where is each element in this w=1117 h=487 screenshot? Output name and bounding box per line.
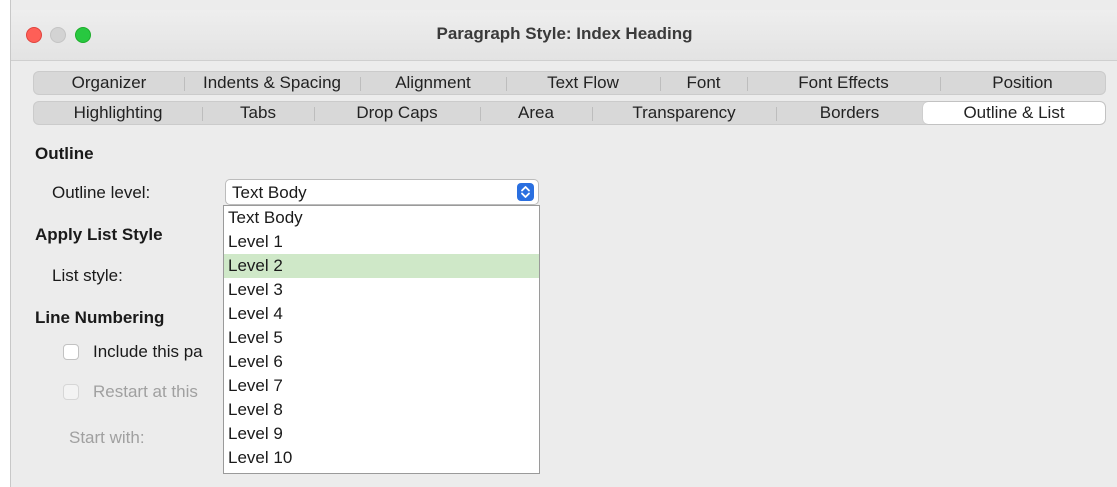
outline-heading: Outline xyxy=(35,144,94,163)
tab-font-effects[interactable]: Font Effects xyxy=(747,72,940,94)
option-level-9[interactable]: Level 9 xyxy=(224,422,539,446)
restart-label: Restart at this xyxy=(93,382,198,401)
option-level-8[interactable]: Level 8 xyxy=(224,398,539,422)
dialog-window: Paragraph Style: Index Heading Organizer… xyxy=(10,0,1117,487)
option-level-1[interactable]: Level 1 xyxy=(224,230,539,254)
include-paragraph-label: Include this pa xyxy=(93,342,203,361)
option-level-4[interactable]: Level 4 xyxy=(224,302,539,326)
option-level-2[interactable]: Level 2 xyxy=(224,254,539,278)
include-paragraph-checkbox[interactable] xyxy=(63,344,79,360)
tab-transparency[interactable]: Transparency xyxy=(592,102,776,124)
tab-position[interactable]: Position xyxy=(940,72,1105,94)
title-bar: Paragraph Style: Index Heading xyxy=(11,10,1117,61)
tab-text-flow[interactable]: Text Flow xyxy=(506,72,660,94)
option-level-5[interactable]: Level 5 xyxy=(224,326,539,350)
tab-row-1: Organizer Indents & Spacing Alignment Te… xyxy=(33,71,1106,95)
outline-level-dropdown: Text Body Level 1 Level 2 Level 3 Level … xyxy=(223,205,540,474)
outline-level-select[interactable]: Text Body xyxy=(225,179,539,205)
line-numbering-heading: Line Numbering xyxy=(35,308,165,327)
option-level-3[interactable]: Level 3 xyxy=(224,278,539,302)
tab-drop-caps[interactable]: Drop Caps xyxy=(314,102,480,124)
tab-area[interactable]: Area xyxy=(480,102,592,124)
restart-checkbox[interactable] xyxy=(63,384,79,400)
option-level-7[interactable]: Level 7 xyxy=(224,374,539,398)
tab-font[interactable]: Font xyxy=(660,72,747,94)
tab-tabs[interactable]: Tabs xyxy=(202,102,314,124)
tab-highlighting[interactable]: Highlighting xyxy=(34,102,202,124)
start-with-label: Start with: xyxy=(69,428,145,447)
tab-outline-list[interactable]: Outline & List xyxy=(923,102,1105,124)
option-level-10[interactable]: Level 10 xyxy=(224,446,539,470)
option-level-6[interactable]: Level 6 xyxy=(224,350,539,374)
window-title: Paragraph Style: Index Heading xyxy=(436,24,693,43)
option-text-body[interactable]: Text Body xyxy=(224,206,539,230)
outline-level-value: Text Body xyxy=(232,183,307,202)
list-style-label: List style: xyxy=(52,266,123,285)
outline-level-label: Outline level: xyxy=(52,183,151,202)
chevron-up-down-icon xyxy=(517,183,534,201)
tab-organizer[interactable]: Organizer xyxy=(34,72,184,94)
tab-borders[interactable]: Borders xyxy=(776,102,923,124)
apply-list-style-heading: Apply List Style xyxy=(35,225,163,244)
tab-indents-spacing[interactable]: Indents & Spacing xyxy=(184,72,360,94)
tab-alignment[interactable]: Alignment xyxy=(360,72,506,94)
tab-row-2: Highlighting Tabs Drop Caps Area Transpa… xyxy=(33,101,1106,125)
